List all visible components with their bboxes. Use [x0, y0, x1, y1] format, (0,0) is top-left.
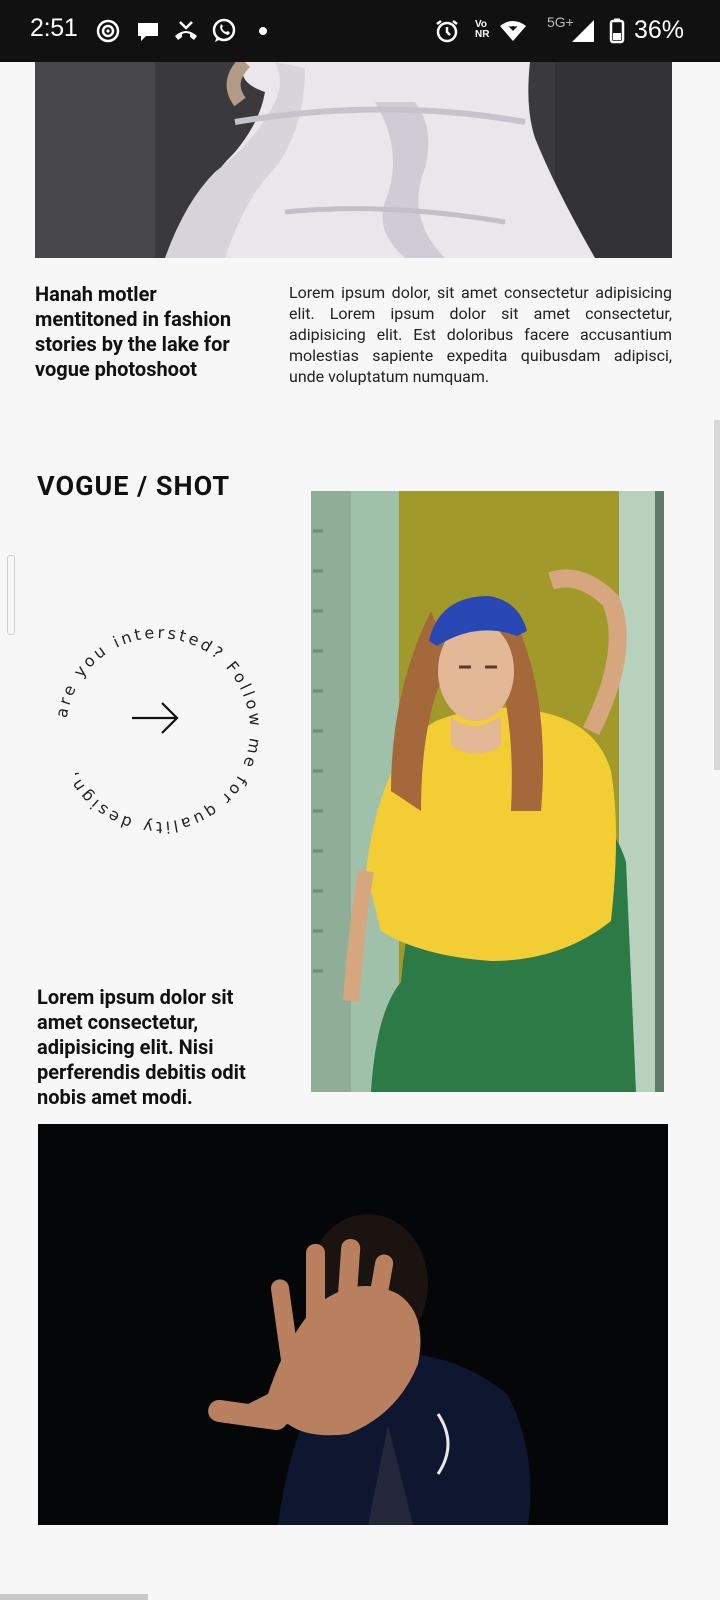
battery-icon [602, 16, 632, 46]
photo-caption: Hanah motler mentitoned in fashion stori… [35, 282, 232, 381]
scrollbar-thumb[interactable] [714, 420, 720, 770]
section-heading: VOGUE / SHOT [37, 470, 231, 502]
message-icon [133, 16, 163, 46]
edge-handle[interactable] [7, 555, 15, 635]
whatsapp-icon [209, 16, 239, 46]
alarm-icon [432, 16, 462, 46]
photo-description: Lorem ipsum dolor, sit amet consectetur … [289, 283, 672, 386]
fashion-photo-hand [38, 1124, 668, 1525]
fashion-photo-ruffles [35, 62, 672, 258]
follow-circle-link[interactable]: are you intersted? Follow me for quality… [38, 610, 278, 850]
camera-icon [93, 16, 123, 46]
battery-percent: 36% [634, 16, 685, 44]
volte-bottom-label: NR [475, 29, 490, 40]
fashion-photo-yellow-shirt [311, 491, 664, 1092]
section-caption: Lorem ipsum dolor sit amet consectetur, … [37, 985, 246, 1109]
wifi-icon [498, 16, 528, 46]
signal-icon [568, 16, 598, 46]
horizontal-scrollbar[interactable] [0, 1594, 148, 1600]
circle-text: are you intersted? Follow me for quality… [52, 623, 262, 837]
status-time: 2:51 [30, 14, 78, 42]
volte-indicator: Vo NR [475, 20, 489, 40]
status-bar: 2:51 Vo NR 5G+ 36% [0, 0, 720, 62]
missed-call-icon [171, 16, 201, 46]
notification-dot-icon [248, 16, 278, 46]
svg-text:are you intersted? Follow me f: are you intersted? Follow me for quality… [52, 623, 265, 837]
arrow-right-icon [132, 702, 179, 734]
